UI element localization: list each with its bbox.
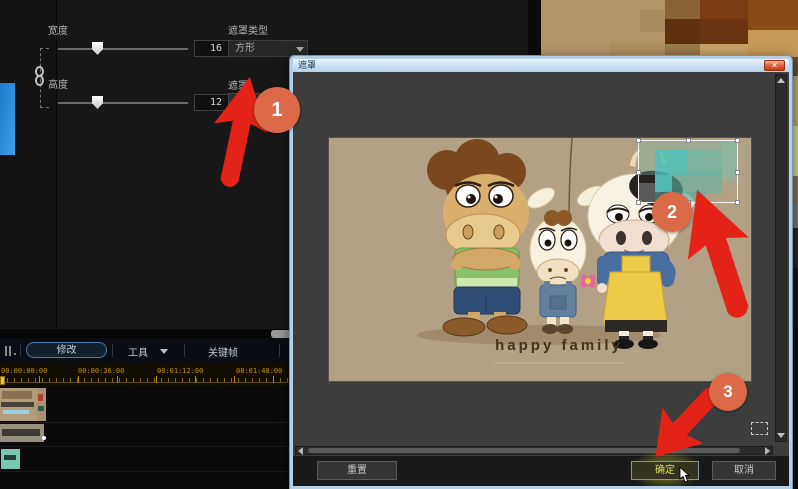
mosaic-block	[792, 126, 798, 176]
step-badge-3: 3	[709, 373, 747, 411]
image-caption: happy family	[479, 337, 639, 354]
width-slider-track[interactable]	[58, 48, 188, 50]
ruler-major-ticks	[0, 376, 292, 383]
mosaic-block	[792, 57, 798, 76]
track-clip[interactable]	[0, 424, 44, 442]
close-button[interactable]: ✕	[764, 60, 785, 71]
chevron-down-icon	[296, 47, 304, 52]
selection-handle[interactable]	[636, 170, 641, 175]
track-separator	[0, 422, 292, 423]
mosaic-block	[792, 76, 798, 126]
mosaic-block	[792, 268, 798, 328]
mask-type-value: 方形	[235, 43, 255, 54]
dialog-title: 遮罩	[298, 60, 316, 70]
timestamp: 00:01:12:00	[157, 367, 203, 375]
mosaic-block	[640, 10, 668, 32]
timestamp: 00:00:00:00	[1, 367, 47, 375]
selection-handle[interactable]	[735, 138, 740, 143]
mosaic-block	[700, 19, 748, 44]
track-separator	[0, 471, 292, 472]
preview-fragment-blue	[0, 83, 15, 155]
cancel-button[interactable]: 取消	[712, 461, 776, 480]
tab-modify-label: 修改	[57, 345, 77, 356]
close-icon: ✕	[771, 61, 778, 70]
timeline-tracks	[0, 386, 292, 489]
step-badge-2: 2	[652, 192, 692, 232]
track-clip[interactable]	[0, 388, 37, 421]
timeline-gap	[0, 329, 292, 338]
timeline-ruler[interactable]: 00:00:00:00 00:00:36:00 00:01:12:00 00:0…	[0, 364, 292, 386]
scroll-left-icon[interactable]	[298, 447, 303, 455]
toolbar-grip-icon[interactable]	[5, 346, 17, 356]
track-separator	[0, 446, 292, 447]
panel-divider	[56, 0, 57, 330]
reset-button[interactable]: 重置	[317, 461, 397, 480]
mosaic-block	[610, 42, 665, 57]
tools-chevron-icon	[160, 349, 168, 354]
timeline-area: 修改 工具 关键帧 00:00:00:00 00:00:36:00 00:01:…	[0, 329, 292, 489]
tab-keyframe[interactable]: 关键帧	[208, 344, 248, 358]
tab-keyframe-label: 关键帧	[208, 348, 238, 359]
mosaic-block	[792, 204, 798, 228]
scroll-down-icon[interactable]	[777, 433, 785, 438]
video-editor-app: 宽度 高度 遮罩类型 方形 遮罩 遮罩	[0, 0, 798, 489]
timestamp: 00:01:48:00	[236, 367, 282, 375]
toolbar-separator	[112, 344, 113, 357]
mask-block	[655, 175, 672, 192]
timestamp: 00:00:36:00	[78, 367, 124, 375]
mask-block	[639, 183, 655, 202]
mask-type-label: 遮罩类型	[228, 22, 268, 37]
selection-handle[interactable]	[686, 138, 691, 143]
mosaic-block	[792, 228, 798, 268]
scroll-right-icon[interactable]	[765, 447, 770, 455]
timeline-toolbar: 修改 工具 关键帧	[0, 338, 292, 364]
selection-handle[interactable]	[636, 138, 641, 143]
mosaic-block	[700, 0, 748, 19]
playhead[interactable]	[0, 376, 5, 385]
mosaic-block	[748, 30, 798, 57]
link-sliders-icon[interactable]	[33, 66, 48, 90]
mosaic-block	[528, 0, 541, 57]
toolbar-separator	[20, 344, 21, 357]
clip-handle-dot[interactable]	[42, 436, 46, 440]
dialog-titlebar[interactable]: 遮罩 ✕	[293, 59, 789, 72]
mosaic-block	[665, 19, 700, 44]
scroll-up-icon[interactable]	[777, 78, 785, 83]
vertical-scrollbar[interactable]	[775, 74, 787, 442]
scrollbar-nub[interactable]	[271, 330, 291, 338]
caption-underline-flourish	[494, 362, 624, 364]
tab-tools[interactable]: 工具	[128, 344, 174, 358]
toolbar-separator	[279, 344, 280, 357]
track-clip[interactable]	[37, 388, 46, 421]
dialog-button-row: 重置 确定 取消	[293, 456, 789, 486]
mask-type-dropdown[interactable]: 方形	[228, 40, 308, 57]
height-label: 高度	[48, 76, 68, 91]
pixelated-backdrop	[528, 0, 798, 57]
step-badge-1: 1	[254, 87, 300, 133]
height-slider-track[interactable]	[58, 102, 188, 104]
marquee-selection-icon[interactable]	[751, 422, 768, 435]
mosaic-block	[748, 0, 798, 30]
mosaic-block	[665, 0, 700, 19]
pixelated-right-strip	[792, 57, 798, 489]
track-clip[interactable]	[1, 449, 20, 469]
height-slider-thumb[interactable]	[92, 96, 103, 109]
mosaic-block	[792, 176, 798, 204]
toolbar-separator	[184, 344, 185, 357]
width-slider-thumb[interactable]	[92, 42, 103, 55]
tab-tools-label: 工具	[128, 348, 148, 359]
tab-modify[interactable]: 修改	[26, 342, 107, 358]
selection-handle[interactable]	[636, 200, 641, 205]
width-label: 宽度	[48, 22, 68, 37]
